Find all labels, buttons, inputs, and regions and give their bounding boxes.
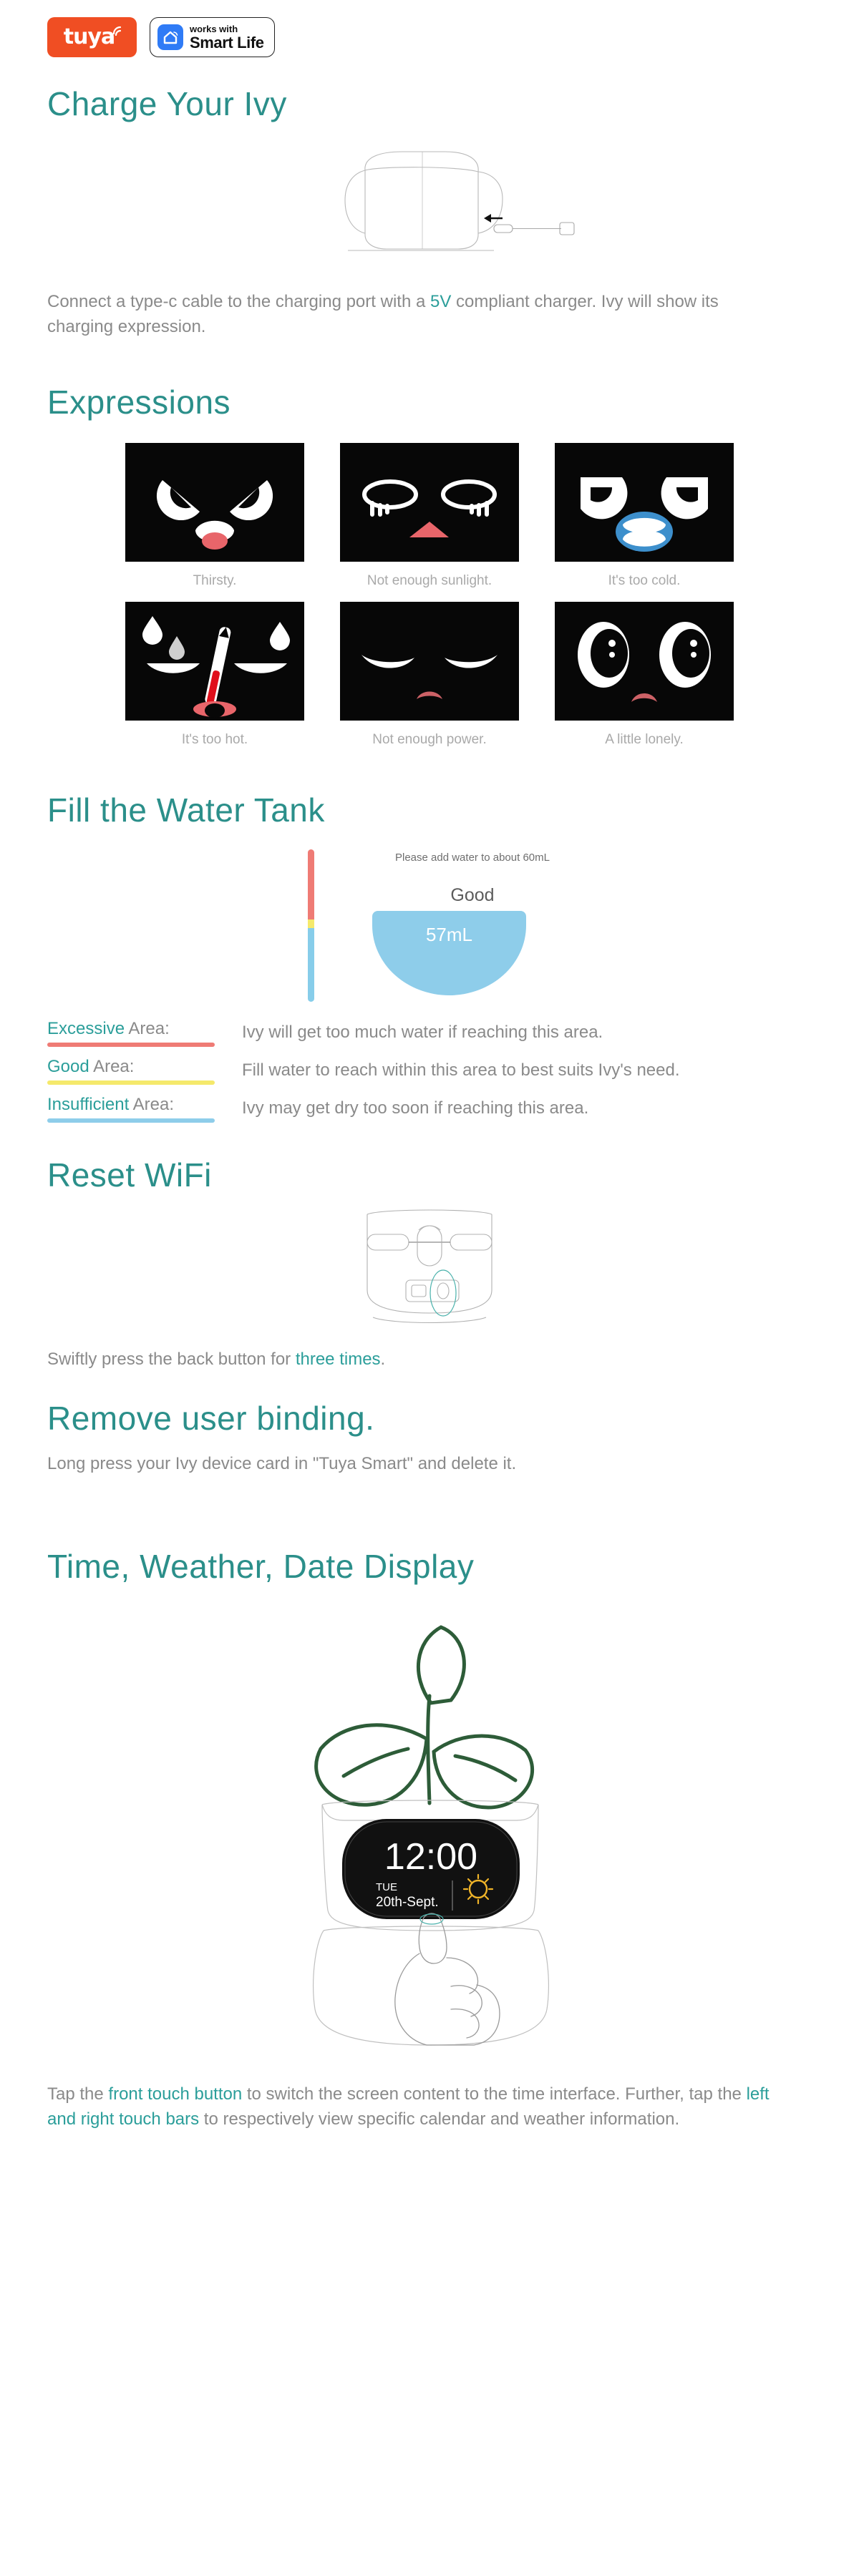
- expression-caption: It's too hot.: [181, 731, 248, 747]
- remove-binding-caption: Long press your Ivy device card in "Tuya…: [47, 1454, 517, 1474]
- works-with-smart-life-badge: works with Smart Life: [150, 17, 275, 57]
- scale-insufficient-zone: [308, 928, 314, 1002]
- works-with-label: works with: [190, 23, 238, 34]
- legend-term-insufficient-rest: Area:: [129, 1094, 175, 1114]
- expression-face-too-hot: [125, 601, 304, 721]
- device-charging-drawing: [344, 150, 575, 251]
- expressions-section-title: Expressions: [47, 383, 231, 421]
- reset-wifi-caption: Swiftly press the back button for three …: [0, 1347, 777, 1372]
- water-tank-section-title: Fill the Water Tank: [47, 791, 325, 829]
- charge-caption-pre: Connect a type-c cable to the charging p…: [47, 292, 430, 311]
- time-display-illustration: 12:00 TUE 20th-Sept.: [0, 1596, 859, 2068]
- legend-term-good: Good Area:: [47, 1057, 215, 1091]
- expression-face-too-cold: [555, 442, 734, 562]
- expression-caption: Not enough sunlight.: [367, 572, 492, 588]
- legend-desc-good: Fill water to reach within this area to …: [242, 1060, 680, 1080]
- screen-date-text: 20th-Sept.: [376, 1895, 439, 1910]
- reset-wifi-caption-accent: three times: [295, 1349, 381, 1369]
- water-tank-illustration: Please add water to about 60mL Good 57mL: [0, 845, 859, 1006]
- tuya-logo: tuya: [47, 17, 137, 57]
- device-back-drawing: [367, 1209, 492, 1323]
- legend-term-good-highlight: Good: [47, 1056, 89, 1076]
- water-tank-hint: Please add water to about 60mL: [395, 851, 550, 864]
- expression-item: It's too hot.: [125, 601, 304, 748]
- time-display-section-title: Time, Weather, Date Display: [47, 1548, 475, 1586]
- water-level-scale: [308, 849, 314, 1002]
- reset-wifi-illustration: [0, 1204, 859, 1333]
- legend-rule-good: [47, 1080, 215, 1085]
- water-area-legend: Excessive Area: Ivy will get too much wa…: [0, 1019, 859, 1128]
- legend-rule-excessive: [47, 1042, 215, 1047]
- time-caption-p3: to respectively view specific calendar a…: [199, 2109, 680, 2129]
- reset-wifi-caption-pre: Swiftly press the back button for: [47, 1349, 296, 1369]
- legend-term-insufficient: Insufficient Area:: [47, 1095, 215, 1128]
- expression-item: Thirsty.: [125, 442, 304, 589]
- legend-term-excessive-highlight: Excessive: [47, 1018, 125, 1038]
- expression-item: A little lonely.: [555, 601, 734, 748]
- time-caption-accent-front-button: front touch button: [108, 2084, 243, 2104]
- expression-item: It's too cold.: [555, 442, 734, 589]
- reset-wifi-section-title: Reset WiFi: [47, 1156, 212, 1194]
- expression-caption: Not enough power.: [372, 731, 487, 747]
- expression-face-no-sunlight: [340, 442, 519, 562]
- legend-desc-insufficient: Ivy may get dry too soon if reaching thi…: [242, 1098, 589, 1118]
- expressions-grid: Thirsty. Not enough sunlight. It's too c…: [0, 442, 859, 748]
- reset-wifi-caption-post: .: [380, 1349, 386, 1369]
- smart-life-home-icon: [157, 24, 183, 50]
- smart-life-label: Smart Life: [190, 33, 264, 52]
- time-display-caption: Tap the front touch button to switch the…: [0, 2082, 777, 2132]
- water-tank-volume: 57mL: [425, 923, 473, 945]
- expression-caption: A little lonely.: [605, 731, 684, 747]
- expression-caption: Thirsty.: [193, 572, 237, 588]
- legend-term-excessive-rest: Area:: [125, 1018, 170, 1038]
- water-tank-fill: 57mL: [372, 910, 526, 995]
- expression-item: Not enough sunlight.: [340, 442, 519, 589]
- legend-term-insufficient-highlight: Insufficient: [47, 1094, 130, 1114]
- time-caption-p2: to switch the screen content to the time…: [242, 2084, 747, 2104]
- scale-good-zone: [308, 919, 314, 929]
- expression-face-lonely: [555, 601, 734, 721]
- screen-weekday-text: TUE: [376, 1881, 397, 1893]
- time-caption-p1: Tap the: [47, 2084, 109, 2104]
- manual-page: tuya works with Smart Life Charge Your I…: [0, 0, 859, 2576]
- wifi-signal-icon: [112, 26, 122, 36]
- device-with-plant-drawing: 12:00 TUE 20th-Sept.: [313, 1625, 549, 2046]
- legend-term-excessive: Excessive Area:: [47, 1019, 215, 1053]
- pointing-hand-drawing: [394, 1913, 500, 2046]
- expression-face-thirsty: [125, 442, 304, 562]
- expression-caption: It's too cold.: [608, 572, 681, 588]
- legend-term-good-rest: Area:: [89, 1056, 135, 1076]
- charge-caption: Connect a type-c cable to the charging p…: [0, 290, 777, 340]
- expression-item: Not enough power.: [340, 601, 519, 748]
- water-tank-status: Good: [450, 884, 495, 905]
- remove-binding-section-title: Remove user binding.: [47, 1400, 375, 1438]
- scale-excessive-zone: [308, 849, 314, 919]
- expression-face-no-power: [340, 601, 519, 721]
- legend-rule-insufficient: [47, 1118, 215, 1123]
- back-button-highlight-circle: [430, 1269, 457, 1317]
- charge-section-title: Charge Your Ivy: [47, 85, 287, 122]
- legend-desc-excessive: Ivy will get too much water if reaching …: [242, 1022, 603, 1042]
- screen-time-text: 12:00: [384, 1836, 477, 1878]
- charge-voltage-accent: 5V: [430, 292, 452, 311]
- charging-illustration: [0, 136, 859, 290]
- brand-logo-row: tuya works with Smart Life: [0, 0, 859, 57]
